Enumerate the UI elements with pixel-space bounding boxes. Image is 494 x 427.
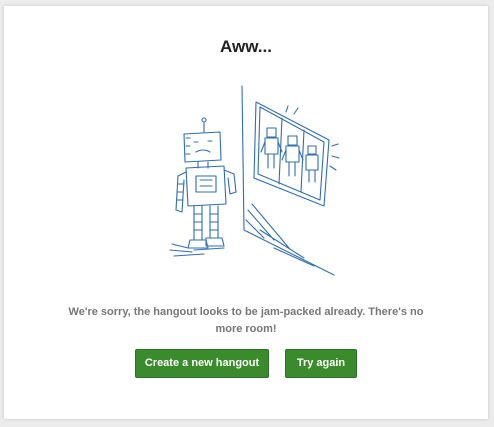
dialog-title: Aww... bbox=[220, 37, 272, 56]
sad-robot-window-icon bbox=[169, 85, 340, 276]
try-again-button[interactable]: Try again bbox=[285, 349, 357, 378]
create-new-hangout-button[interactable]: Create a new hangout bbox=[135, 349, 269, 378]
hangout-full-dialog: Aww... We're sorry, the hangout looks to… bbox=[4, 6, 488, 419]
error-message: We're sorry, the hangout looks to be jam… bbox=[68, 306, 424, 335]
